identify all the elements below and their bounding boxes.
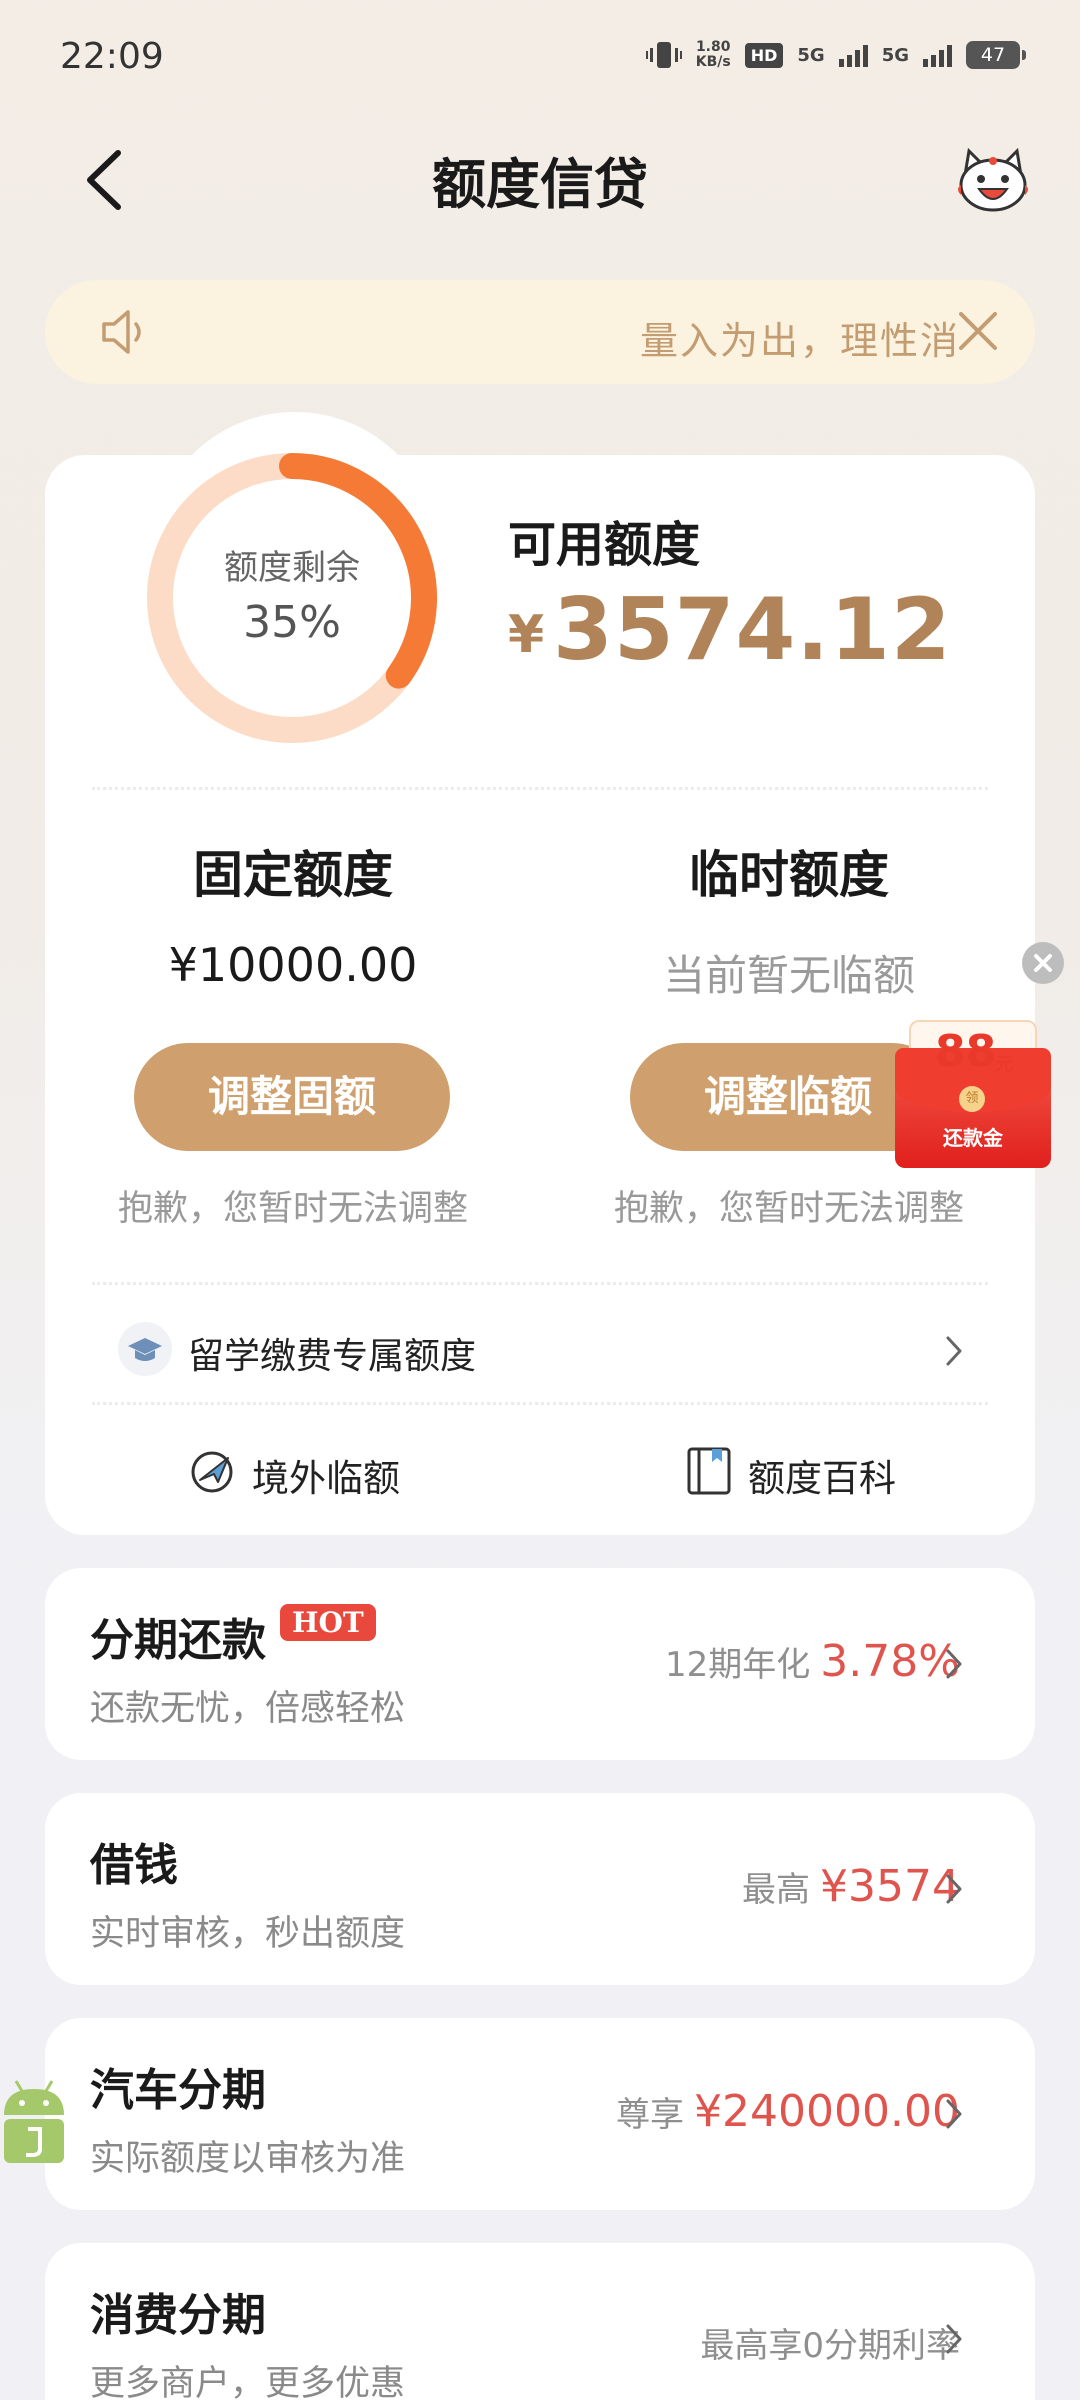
product-right: 12期年化 3.78%: [665, 1636, 960, 1687]
ring-label: 额度剩余: [224, 548, 360, 588]
fixed-note: 抱歉，您暂时无法调整: [117, 1189, 468, 1229]
signal-1-icon: [838, 43, 868, 67]
product-right-label: 最高享0分期利率: [700, 2326, 960, 2366]
product-right-value: 3.78%: [820, 1636, 960, 1687]
battery-icon: 47: [966, 41, 1026, 69]
product-title: 汽车分期: [90, 2065, 266, 2116]
signal-2-icon: [923, 43, 952, 67]
speaker-icon: [102, 310, 141, 354]
red-packet-amount: 88: [935, 1026, 997, 1077]
product-right: 最高享0分期利率: [700, 2318, 960, 2367]
chevron-right-icon: [946, 1336, 962, 1366]
red-packet-float[interactable]: 88 元 领 还款金: [895, 1020, 1051, 1168]
chevron-right-icon: [946, 2099, 962, 2129]
signal-1-label: 5G: [797, 44, 825, 66]
product-subtitle: 实时审核，秒出额度: [90, 1914, 406, 1954]
graduation-cap-icon: [118, 1322, 172, 1376]
product-right-value: ¥3574: [820, 1861, 960, 1912]
temporary-title: 临时额度: [689, 846, 889, 904]
divider: [92, 1282, 988, 1285]
status-time: 22:09: [60, 36, 164, 77]
net-speed-value: 1.80: [695, 39, 731, 55]
plane-globe-icon: [191, 1451, 233, 1493]
hd-icon: HD: [744, 42, 784, 68]
divider: [92, 787, 988, 790]
float-close-button[interactable]: [1022, 942, 1064, 984]
close-icon: [1034, 954, 1052, 972]
product-title: 消费分期: [90, 2290, 266, 2341]
product-right-value: ¥240000.00: [694, 2086, 960, 2137]
hot-badge: HOT: [280, 1604, 376, 1641]
available-label: 可用额度: [508, 517, 701, 573]
available-amount: 3574.12: [553, 580, 952, 680]
temporary-note: 抱歉，您暂时无法调整: [613, 1189, 964, 1229]
net-speed-unit: KB/s: [695, 54, 731, 70]
product-subtitle: 实际额度以审核为准: [90, 2139, 406, 2179]
fixed-title: 固定额度: [193, 846, 393, 904]
red-packet-unit: 元: [995, 1054, 1013, 1075]
quick-link-abroad-label: 境外临额: [252, 1457, 400, 1500]
temporary-value: 当前暂无临额: [662, 951, 915, 1000]
product-right: 最高 ¥3574: [742, 1861, 960, 1912]
close-icon[interactable]: [955, 308, 1001, 354]
product-subtitle: 更多商户，更多优惠: [90, 2364, 406, 2400]
product-title: 分期还款: [90, 1615, 266, 1666]
product-right-label: 尊享: [616, 2095, 685, 2135]
chevron-right-icon: [946, 1649, 962, 1679]
product-right-label: 最高: [742, 1870, 811, 1910]
product-right: 尊享 ¥240000.00: [616, 2086, 960, 2137]
android-float-icon[interactable]: [0, 2075, 70, 2175]
ring-percent: 35%: [243, 597, 341, 648]
available-currency: ¥: [508, 605, 545, 665]
page-title: 额度信贷: [432, 153, 648, 216]
adjust-fixed-button[interactable]: 调整固额: [134, 1043, 450, 1151]
chevron-right-icon: [946, 1874, 962, 1904]
quick-link-encyclopedia-label: 额度百科: [748, 1457, 896, 1500]
red-packet-seal: 领: [959, 1086, 985, 1112]
study-abroad-label: 留学缴费专属额度: [188, 1336, 477, 1377]
signal-2-label: 5G: [881, 44, 909, 66]
product-subtitle: 还款无忧，倍感轻松: [90, 1689, 406, 1729]
notice-text: 量入为出，理性消: [639, 319, 960, 363]
cat-mascot-icon[interactable]: [955, 145, 1031, 215]
fixed-value: ¥10000.00: [168, 938, 418, 992]
status-icons: 1.80 KB/s HD 5G 5G 47: [645, 40, 1026, 70]
net-speed: 1.80 KB/s: [696, 40, 731, 70]
book-icon: [687, 1447, 731, 1495]
divider: [92, 1402, 988, 1405]
vibrate-icon: [645, 42, 682, 68]
product-title: 借钱: [90, 1840, 178, 1891]
product-right-label: 12期年化: [664, 1645, 811, 1685]
chevron-right-icon: [946, 2324, 962, 2354]
red-packet-label: 还款金: [943, 1126, 1003, 1150]
